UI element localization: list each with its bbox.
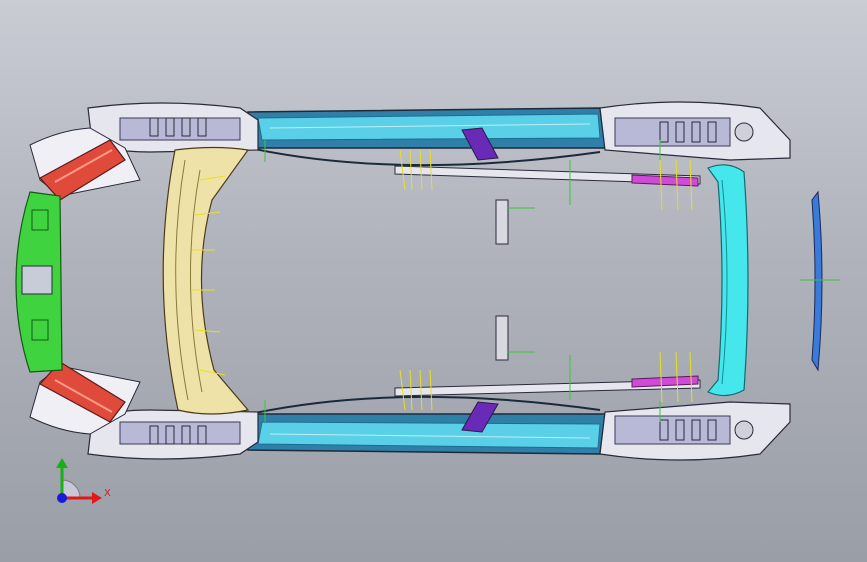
- left-side-rail[interactable]: [247, 107, 606, 167]
- x-axis-label: X: [104, 488, 111, 499]
- rear-bumper-beam[interactable]: [707, 164, 749, 397]
- rear-left-frame[interactable]: [599, 101, 791, 161]
- weld-marker-lines: [192, 149, 693, 411]
- center-bracket-upper[interactable]: [495, 199, 509, 245]
- dash-panel[interactable]: [162, 146, 250, 415]
- center-bracket-lower[interactable]: [495, 315, 509, 361]
- reference-ticks: [264, 140, 661, 422]
- rear-panel-part[interactable]: [800, 190, 840, 372]
- z-axis-dot: [57, 493, 67, 503]
- left-cross-bar[interactable]: [394, 165, 701, 187]
- right-side-rail[interactable]: [247, 395, 606, 455]
- cad-viewport[interactable]: X: [0, 0, 867, 562]
- vehicle-body-model[interactable]: X: [0, 0, 867, 562]
- front-bumper-beam[interactable]: [15, 191, 63, 373]
- right-cross-bar[interactable]: [394, 375, 701, 397]
- y-axis-arrowhead: [56, 458, 68, 468]
- rear-right-frame[interactable]: [599, 401, 791, 461]
- x-axis-arrowhead: [92, 492, 102, 504]
- coordinate-triad[interactable]: X: [56, 458, 111, 504]
